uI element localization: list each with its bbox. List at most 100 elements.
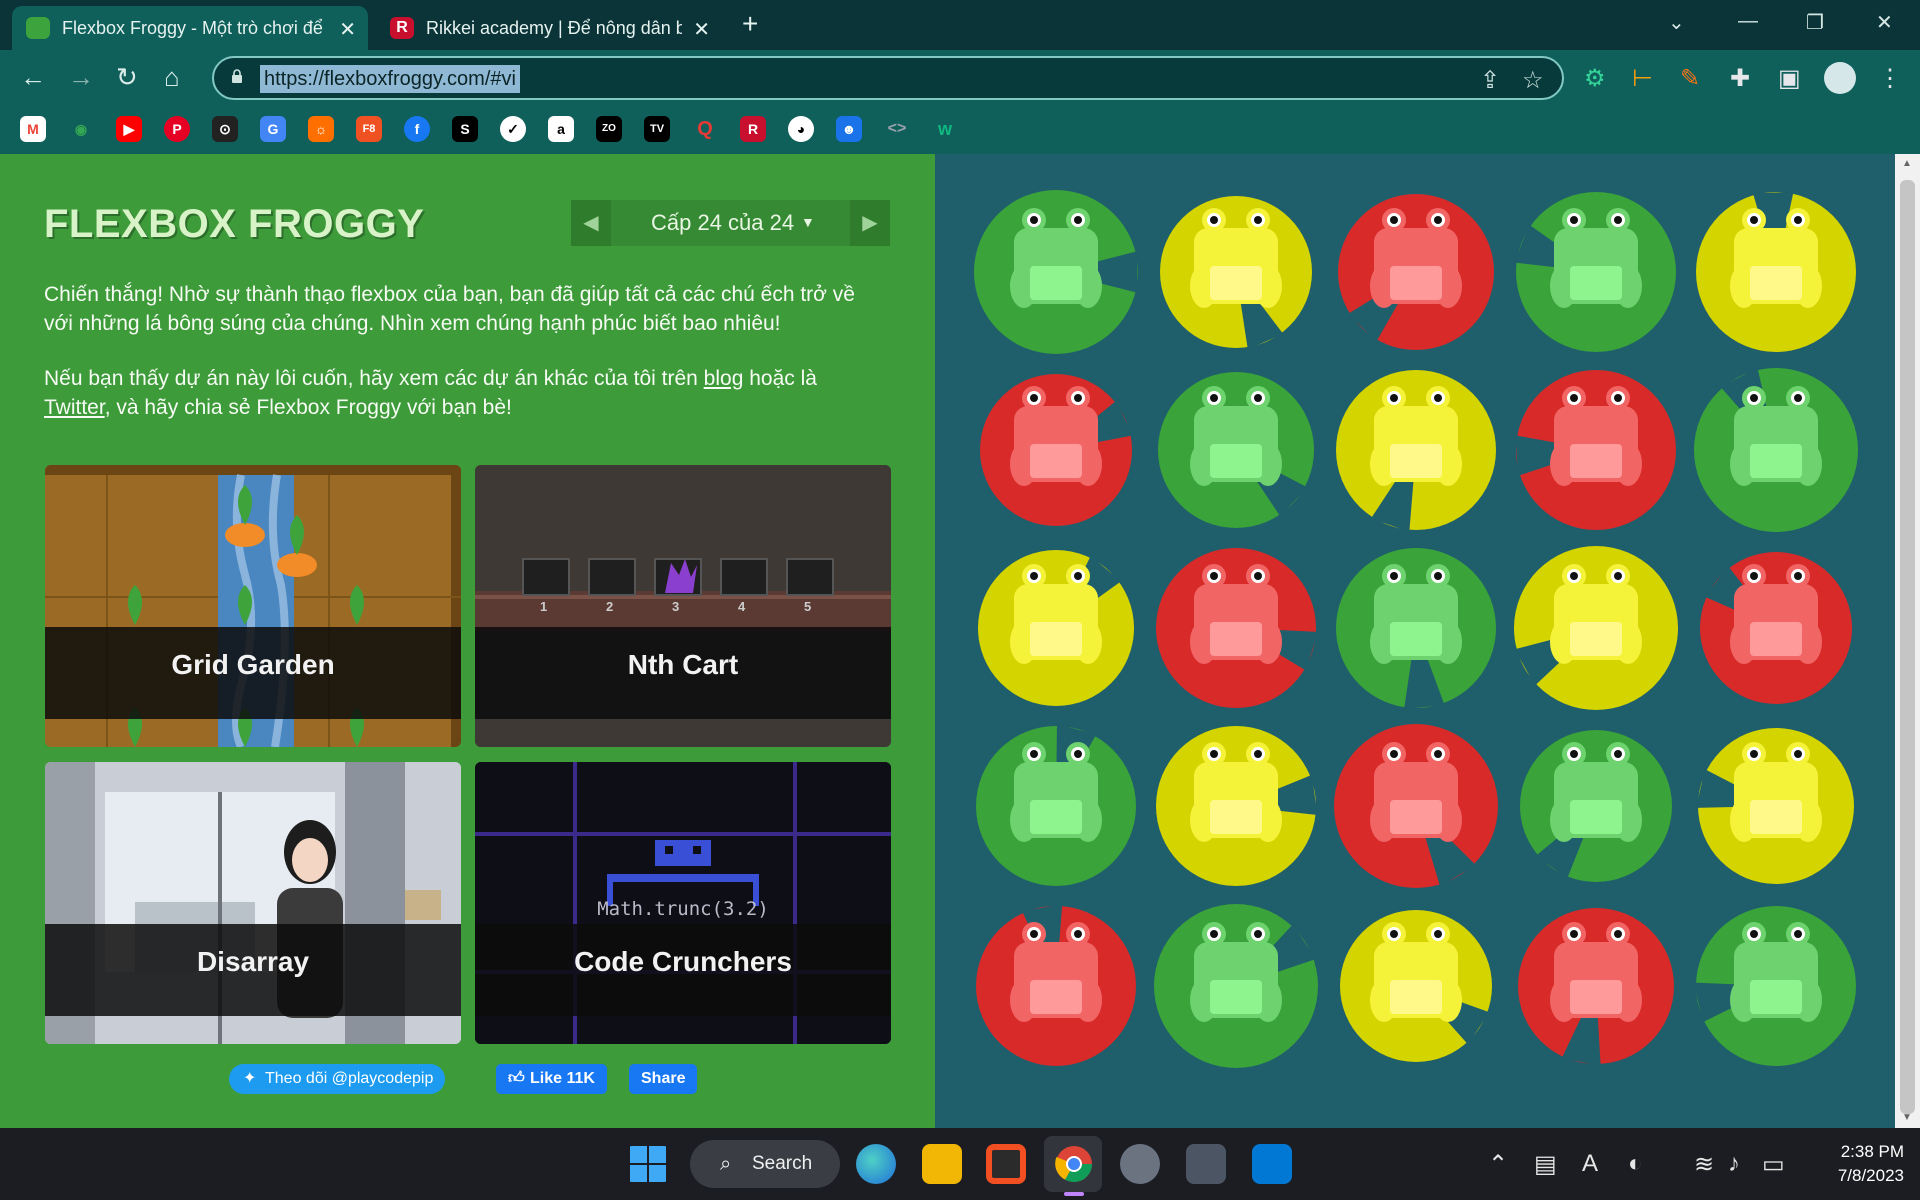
- tray-app-icon[interactable]: ▤: [1534, 1150, 1557, 1179]
- blog-link[interactable]: blog: [704, 367, 744, 390]
- clock-date: 7/8/2023: [1837, 1166, 1904, 1185]
- translate-icon[interactable]: G: [260, 116, 286, 142]
- back-icon[interactable]: ←: [20, 62, 46, 93]
- microsoft-store-icon[interactable]: [986, 1144, 1026, 1184]
- taskbar-clock[interactable]: 2:38 PM 7/8/2023: [1810, 1140, 1904, 1188]
- gmail-icon[interactable]: M: [20, 116, 46, 142]
- windows-start-icon[interactable]: [628, 1144, 668, 1184]
- pond-svg: [974, 190, 1858, 1068]
- chatgpt-extension-icon[interactable]: ⚙: [1584, 64, 1606, 93]
- minimize-icon[interactable]: —: [1738, 10, 1758, 33]
- clock-time: 2:38 PM: [1840, 1142, 1904, 1161]
- twitter-link[interactable]: Twitter: [44, 396, 105, 419]
- ruler-extension-icon[interactable]: ⊢: [1632, 64, 1653, 93]
- lilypad-with-frog: [1340, 910, 1492, 1062]
- profile-avatar[interactable]: [1824, 62, 1856, 94]
- nth-cart-card[interactable]: 1 2 3 4 5 Nth Cart: [475, 465, 891, 747]
- amazon-icon[interactable]: a: [548, 116, 574, 142]
- grid-garden-card[interactable]: Grid Garden: [45, 465, 461, 747]
- cart-number: 5: [804, 599, 812, 614]
- close-window-icon[interactable]: ✕: [1876, 10, 1893, 35]
- code-icon[interactable]: <>: [884, 116, 910, 142]
- pond-board: [936, 154, 1895, 1114]
- show-hidden-icons-chevron[interactable]: ⌃: [1488, 1150, 1508, 1179]
- page-scrollbar[interactable]: ▲ ▼: [1895, 154, 1920, 1128]
- instructions-panel: FLEXBOX FROGGY ◀ Cấp 24 của 24 ▼ ▶ Chiến…: [0, 154, 935, 1128]
- tab-search-chevron-icon[interactable]: ⌄: [1668, 10, 1685, 35]
- vscode-icon[interactable]: [1252, 1144, 1292, 1184]
- youtube-icon[interactable]: ▶: [116, 116, 142, 142]
- nike-icon[interactable]: ✓: [500, 116, 526, 142]
- url-text[interactable]: https://flexboxfroggy.com/#vi: [260, 65, 520, 93]
- code-snippet: Math.trunc(3.2): [597, 898, 769, 920]
- menu-kebab-icon[interactable]: ⋮: [1878, 64, 1902, 93]
- status-tray-icon[interactable]: ◐: [1628, 1150, 1643, 1178]
- zoom-lens-icon[interactable]: ⊙: [212, 116, 238, 142]
- q-app-icon[interactable]: Q: [692, 116, 718, 142]
- browser-toolbar: ← → ↻ ⌂ https://flexboxfroggy.com/#vi ⇪ …: [0, 50, 1920, 106]
- close-tab-icon[interactable]: ✕: [693, 17, 710, 42]
- s-app-icon[interactable]: S: [452, 116, 478, 142]
- wifi-icon[interactable]: ≋: [1694, 1150, 1714, 1179]
- close-tab-icon[interactable]: ✕: [339, 17, 356, 42]
- edge-browser-icon[interactable]: [856, 1144, 896, 1184]
- tab-flexbox-froggy[interactable]: Flexbox Froggy - Một trò chơi để ✕: [12, 6, 368, 50]
- lilypad-with-frog: [1160, 196, 1312, 350]
- font-tray-icon[interactable]: A: [1582, 1150, 1598, 1178]
- new-tab-button[interactable]: +: [742, 8, 758, 40]
- lilypad-with-frog: [1518, 908, 1674, 1066]
- tab-title: Rikkei academy | Để nông dân bi: [426, 17, 682, 38]
- settings-gear-icon[interactable]: [1120, 1144, 1160, 1184]
- forward-icon[interactable]: →: [68, 62, 94, 93]
- address-bar[interactable]: https://flexboxfroggy.com/#vi ⇪ ☆: [212, 56, 1564, 100]
- level-indicator[interactable]: Cấp 24 của 24: [651, 210, 794, 236]
- color-picker-icon[interactable]: ✎: [1680, 64, 1700, 93]
- bookmark-star-icon[interactable]: ☆: [1522, 66, 1544, 95]
- scroll-up-icon[interactable]: ▲: [1902, 158, 1912, 169]
- taskbar-search[interactable]: ⌕ Search: [690, 1140, 840, 1188]
- pinterest-icon[interactable]: P: [164, 116, 190, 142]
- maps-icon[interactable]: ◉: [68, 116, 94, 142]
- facebook-share-button[interactable]: Share: [629, 1064, 698, 1094]
- flexbox-froggy-logo: FLEXBOX FROGGY: [44, 202, 425, 246]
- w-app-icon[interactable]: w: [932, 116, 958, 142]
- share-page-icon[interactable]: ⇪: [1480, 66, 1500, 95]
- extension-app-icon[interactable]: ☼: [308, 116, 334, 142]
- extensions-puzzle-icon[interactable]: ✚: [1730, 64, 1750, 93]
- cart-number: 1: [540, 599, 548, 614]
- contacts-icon[interactable]: ☻: [836, 116, 862, 142]
- level-selector[interactable]: ◀ Cấp 24 của 24 ▼ ▶: [571, 200, 890, 246]
- lilypad-with-frog: [976, 904, 1136, 1066]
- rikkei-bookmark-icon[interactable]: R: [740, 116, 766, 142]
- disarray-card[interactable]: Disarray: [45, 762, 461, 1044]
- scroll-thumb[interactable]: [1900, 180, 1915, 1114]
- windows-taskbar: ⌕ Search ⌃ ▤ A ◐ ≋ ♪ ▭ 2:38 PM 7/8/2023: [0, 1128, 1920, 1200]
- facebook-like-button[interactable]: 👍︎ Like 11K: [496, 1064, 607, 1094]
- volume-icon[interactable]: ♪: [1728, 1150, 1740, 1178]
- home-icon[interactable]: ⌂: [164, 62, 180, 93]
- prev-level-button[interactable]: ◀: [571, 200, 611, 246]
- side-panel-icon[interactable]: ▣: [1778, 64, 1801, 93]
- github-icon[interactable]: ◕: [788, 116, 814, 142]
- chrome-icon[interactable]: [1054, 1144, 1094, 1184]
- level-dropdown-caret-icon[interactable]: ▼: [801, 214, 815, 230]
- battery-icon[interactable]: ▭: [1762, 1150, 1785, 1179]
- cart-number-row: 1 2 3 4 5: [523, 599, 833, 619]
- reload-icon[interactable]: ↻: [116, 62, 138, 93]
- code-crunchers-card[interactable]: Math.trunc(3.2) Code Crunchers: [475, 762, 891, 1044]
- lilypad-with-frog: [1694, 906, 1856, 1066]
- rikkei-favicon-icon: R: [390, 17, 414, 39]
- restore-icon[interactable]: ❐: [1806, 10, 1824, 35]
- scroll-down-icon[interactable]: ▼: [1902, 1112, 1912, 1123]
- twitter-follow-button[interactable]: ✦ Theo dõi @playcodepip: [229, 1064, 446, 1094]
- calculator-icon[interactable]: [1186, 1144, 1226, 1184]
- promo-message: Nếu bạn thấy dự án này lôi cuốn, hãy xem…: [44, 364, 884, 422]
- tab-rikkei-academy[interactable]: R Rikkei academy | Để nông dân bi ✕: [376, 6, 722, 50]
- f8-icon[interactable]: F8: [356, 116, 382, 142]
- card-title: Code Crunchers: [574, 946, 792, 977]
- next-level-button[interactable]: ▶: [850, 200, 890, 246]
- tradingview-icon[interactable]: TV: [644, 116, 670, 142]
- file-explorer-icon[interactable]: [922, 1144, 962, 1184]
- zozo-icon[interactable]: ZO: [596, 116, 622, 142]
- facebook-icon[interactable]: f: [404, 116, 430, 142]
